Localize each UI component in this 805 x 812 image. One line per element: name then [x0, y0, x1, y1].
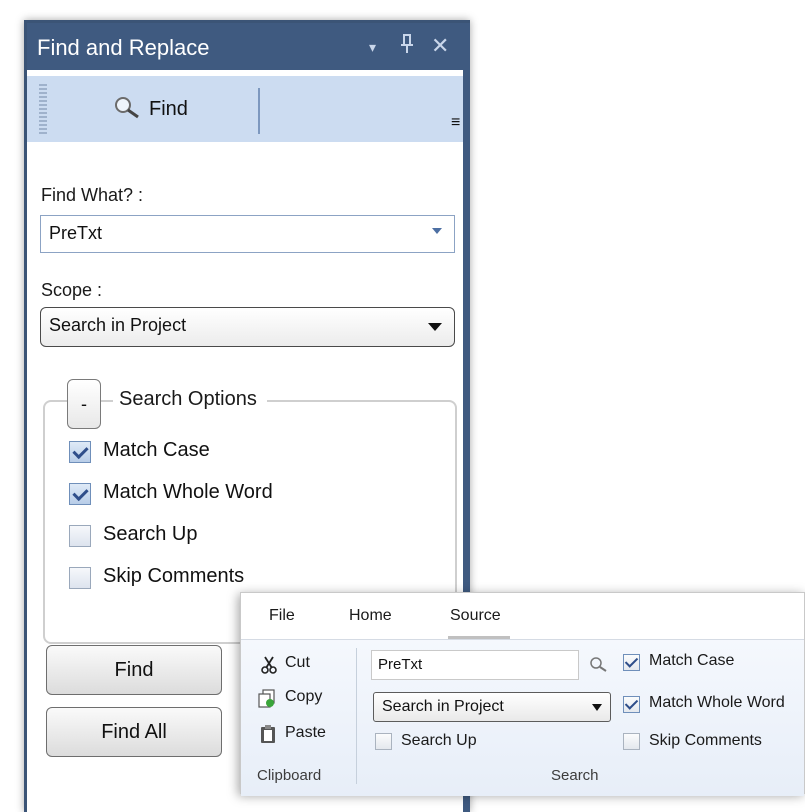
cut-label: Cut — [285, 654, 310, 671]
ribbon-match-case-label: Match Case — [649, 652, 735, 669]
ribbon: File Home Source Cut Copy Paste Clipboar… — [240, 592, 805, 796]
find-button[interactable]: Find — [46, 645, 222, 695]
copy-button[interactable]: Copy — [257, 688, 347, 710]
search-up-label: Search Up — [103, 523, 198, 545]
match-case-checkbox[interactable] — [69, 441, 91, 463]
scope-select[interactable]: Search in Project — [40, 307, 455, 347]
find-what-combo[interactable]: PreTxt — [40, 215, 455, 253]
ribbon-match-case-checkbox[interactable] — [623, 654, 640, 671]
ribbon-scope-value: Search in Project — [382, 698, 504, 715]
group-separator — [356, 648, 357, 784]
chevron-down-icon — [428, 323, 442, 331]
ribbon-skip-comments-checkbox[interactable] — [623, 733, 640, 750]
search-options-legend: Search Options — [113, 388, 267, 411]
tab-source[interactable]: Source — [450, 607, 501, 625]
match-case-label: Match Case — [103, 439, 210, 461]
find-what-label: Find What? : — [41, 185, 144, 205]
tab-find[interactable]: Find — [61, 76, 261, 142]
pin-icon[interactable] — [399, 33, 415, 61]
chevron-down-icon — [432, 228, 442, 234]
chevron-down-icon — [592, 704, 602, 711]
scissors-icon — [261, 656, 277, 674]
grip-handle[interactable] — [39, 82, 47, 134]
match-whole-word-checkbox[interactable] — [69, 483, 91, 505]
skip-comments-label: Skip Comments — [103, 565, 245, 587]
copy-label: Copy — [285, 688, 323, 705]
tab-strip: Find ≡ — [27, 76, 463, 142]
magnifier-icon — [115, 97, 139, 119]
search-icon[interactable] — [589, 656, 609, 674]
dropdown-arrow-icon[interactable]: ▾ — [369, 39, 376, 56]
search-up-checkbox[interactable] — [69, 525, 91, 547]
ribbon-match-whole-word-checkbox[interactable] — [623, 696, 640, 713]
scope-label: Scope : — [41, 280, 103, 300]
tab-home[interactable]: Home — [349, 607, 392, 625]
ribbon-tab-bar: File Home Source — [241, 593, 804, 639]
ribbon-scope-select[interactable]: Search in Project — [373, 692, 611, 722]
scope-value: Search in Project — [49, 315, 187, 335]
panel-title-bar: Find and Replace ▾ ✕ — [27, 23, 470, 73]
tab-file[interactable]: File — [269, 607, 295, 625]
find-all-button[interactable]: Find All — [46, 707, 222, 757]
ribbon-search-up-label: Search Up — [401, 732, 477, 749]
ribbon-find-input[interactable]: PreTxt — [371, 650, 579, 680]
clipboard-group-label: Clipboard — [257, 767, 322, 784]
panel-title: Find and Replace — [37, 35, 210, 60]
collapse-options-button[interactable]: - — [67, 379, 101, 429]
copy-icon — [258, 689, 275, 708]
overflow-menu-icon[interactable]: ≡ — [451, 114, 460, 132]
paste-label: Paste — [285, 724, 326, 741]
tab-find-label: Find — [149, 98, 188, 120]
search-group-label: Search — [551, 767, 599, 784]
close-icon[interactable]: ✕ — [431, 33, 449, 59]
ribbon-skip-comments-label: Skip Comments — [649, 732, 762, 749]
skip-comments-checkbox[interactable] — [69, 567, 91, 589]
cut-button[interactable]: Cut — [261, 654, 351, 676]
tab-divider — [258, 88, 260, 134]
ribbon-match-whole-word-label: Match Whole Word — [649, 694, 785, 711]
find-what-value: PreTxt — [49, 223, 103, 243]
ribbon-body: Cut Copy Paste Clipboard PreTxt Search i… — [241, 639, 804, 796]
match-whole-word-label: Match Whole Word — [103, 481, 273, 503]
clipboard-icon — [261, 725, 275, 743]
ribbon-search-up-checkbox[interactable] — [375, 733, 392, 750]
paste-button[interactable]: Paste — [259, 724, 349, 746]
